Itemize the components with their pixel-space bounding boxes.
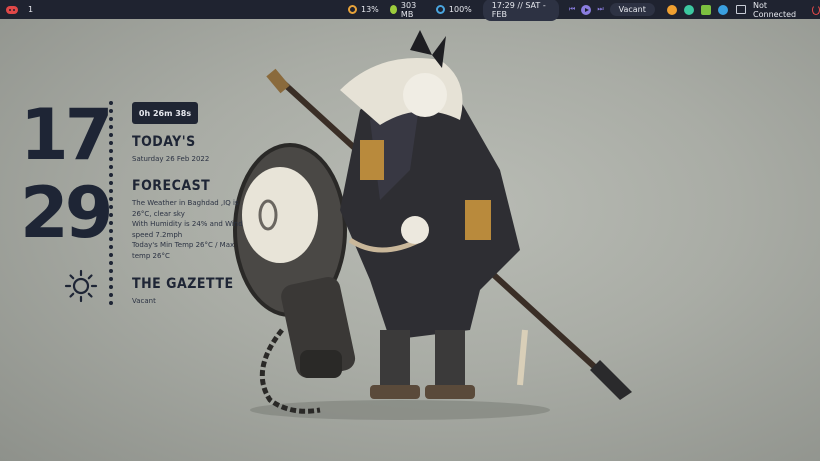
system-tray bbox=[666, 4, 728, 15]
top-bar: 1 13% 303 MB 100% 17:29 // SAT - FEB ⏮ ⏭… bbox=[0, 0, 820, 21]
forecast-line: temp 26°C bbox=[132, 251, 170, 260]
power-icon[interactable] bbox=[811, 4, 820, 15]
gamepad-icon[interactable] bbox=[6, 5, 18, 14]
clock-minutes: 29 bbox=[20, 172, 113, 254]
disk-module: 100% bbox=[435, 5, 472, 14]
gazette-text: Vacant bbox=[132, 297, 156, 305]
disk-value: 100% bbox=[448, 5, 472, 14]
next-icon[interactable]: ⏭ bbox=[597, 5, 603, 14]
memory-icon bbox=[389, 5, 397, 14]
uptime-badge: 0h 26m 38s bbox=[132, 102, 198, 124]
cpu-module: 13% bbox=[348, 5, 379, 14]
workspace-indicator[interactable]: 1 bbox=[28, 5, 33, 14]
clock-hours: 17 bbox=[20, 94, 113, 176]
memory-module: 303 MB bbox=[389, 0, 425, 19]
network-icon[interactable] bbox=[735, 5, 747, 14]
forecast-line: speed 7.2mph bbox=[132, 230, 183, 239]
datetime-pill[interactable]: 17:29 // SAT - FEB bbox=[482, 0, 559, 21]
forecast-text: The Weather in Baghdad ,IQ is 26°C, clea… bbox=[132, 198, 272, 261]
forecast-line: 26°C, clear sky bbox=[132, 209, 185, 218]
previous-icon[interactable]: ⏮ bbox=[569, 5, 575, 14]
disk-icon bbox=[435, 5, 445, 14]
dotted-divider bbox=[109, 101, 113, 305]
memory-value: 303 MB bbox=[400, 0, 417, 19]
gazette-title: THE GAZETTE bbox=[132, 276, 234, 292]
forecast-line: Today's Min Temp 26°C / Max bbox=[132, 241, 235, 249]
play-icon[interactable] bbox=[581, 4, 592, 15]
cpu-value: 13% bbox=[361, 5, 379, 14]
today-title: TODAY'S bbox=[132, 134, 196, 150]
cpu-icon bbox=[348, 5, 357, 14]
sun-icon bbox=[64, 269, 98, 303]
network-status[interactable]: Not Connected bbox=[753, 1, 801, 19]
screenshot-icon[interactable] bbox=[700, 4, 711, 15]
media-title[interactable]: Vacant bbox=[609, 3, 655, 16]
settings-icon[interactable] bbox=[717, 4, 728, 15]
forecast-line: With Humidity is 24% and Wind bbox=[132, 220, 243, 228]
forecast-title: FORECAST bbox=[132, 178, 211, 194]
media-controls: ⏮ ⏭ bbox=[569, 4, 604, 15]
app-icon[interactable] bbox=[683, 4, 694, 15]
forecast-line: The Weather in Baghdad ,IQ is bbox=[132, 199, 239, 207]
wallpaper-warrior-illustration bbox=[233, 30, 632, 420]
today-date: Saturday 26 Feb 2022 bbox=[132, 155, 210, 163]
palette-icon[interactable] bbox=[666, 4, 677, 15]
